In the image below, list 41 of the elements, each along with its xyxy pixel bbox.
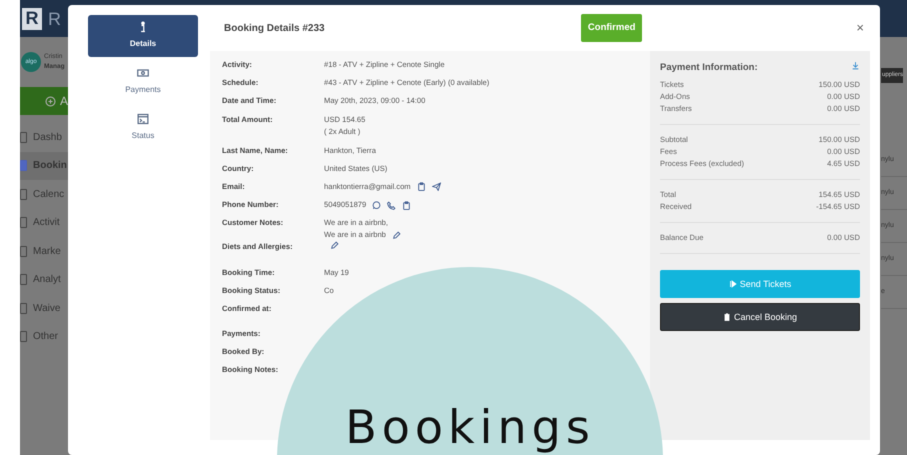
payment-title: Payment Information: xyxy=(660,61,758,75)
page-icon xyxy=(20,246,27,257)
phone-icon xyxy=(387,200,396,210)
nav-item[interactable]: Bookin xyxy=(20,152,68,180)
page-icon xyxy=(20,217,27,228)
page-icon xyxy=(20,302,27,314)
logo-letter: R xyxy=(22,8,42,30)
modal-title: Booking Details #233 xyxy=(224,22,325,36)
send-tickets-button[interactable]: Send Tickets xyxy=(660,270,860,298)
nav-item[interactable]: Activit xyxy=(20,208,68,237)
nav-item[interactable]: Dashb xyxy=(20,123,68,152)
chat-bubble-icon xyxy=(372,200,382,210)
logo-text: R xyxy=(48,10,61,28)
pencil-icon xyxy=(392,230,401,240)
side-tab[interactable]: Payments xyxy=(88,61,198,103)
pencil-icon xyxy=(330,241,339,250)
paper-plane-icon xyxy=(432,182,441,192)
page-icon xyxy=(20,188,27,200)
nav-item[interactable]: Analyt xyxy=(20,266,68,294)
status-badge: Confirmed xyxy=(580,14,642,42)
nav-item[interactable]: Waive xyxy=(20,294,68,322)
nav-item[interactable]: Calenc xyxy=(20,180,68,208)
terminal-icon xyxy=(137,113,149,125)
nav-item[interactable]: Other xyxy=(20,322,68,351)
close-button[interactable]: × xyxy=(852,18,868,38)
side-tab[interactable]: Details xyxy=(88,15,198,57)
download-icon xyxy=(851,61,860,70)
plus-circle-icon xyxy=(44,96,56,106)
add-button[interactable]: A xyxy=(20,87,68,115)
cancel-booking-button[interactable]: Cancel Booking xyxy=(660,303,860,332)
page-icon xyxy=(20,331,27,342)
clipboard-icon xyxy=(402,200,412,210)
page-icon xyxy=(20,132,27,143)
trash-icon xyxy=(722,313,731,322)
clipboard-icon xyxy=(416,182,426,192)
banknote-icon xyxy=(137,67,149,79)
play-icon xyxy=(728,280,737,288)
nav-item[interactable]: Marke xyxy=(20,237,68,266)
side-tab[interactable]: Status xyxy=(88,107,198,149)
page-icon xyxy=(20,274,27,286)
page-icon xyxy=(20,160,27,172)
